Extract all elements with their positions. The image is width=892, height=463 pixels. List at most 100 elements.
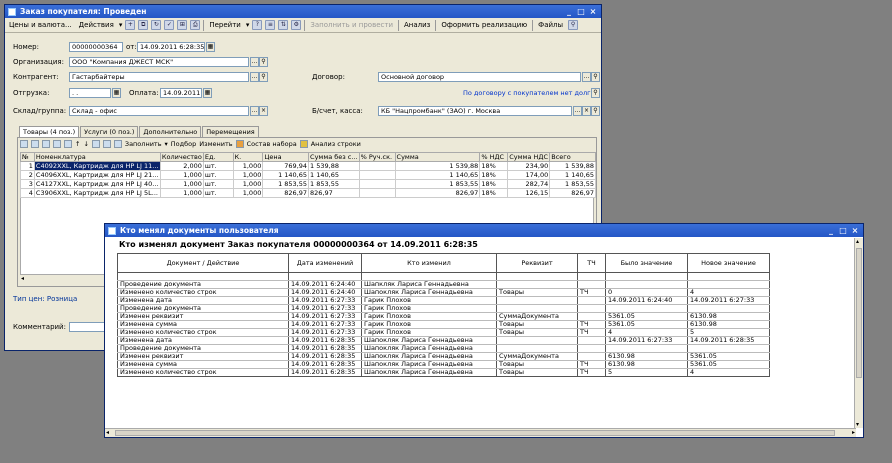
cell[interactable]: шт. [202,170,234,180]
attach-icon[interactable]: ⚲ [568,20,579,30]
cell[interactable]: 2,000 [159,161,204,171]
cell[interactable]: 1 853,55 [308,179,360,189]
move-up-icon[interactable]: ↑ [75,140,80,148]
col-unit[interactable]: Ед. [202,152,234,162]
select-button[interactable]: Подбор [171,140,196,148]
number-field[interactable]: 00000000364 [69,42,123,52]
cell[interactable]: 1 140,65 [308,170,360,180]
calendar-icon[interactable]: ▦ [112,88,121,98]
debt-search-icon[interactable]: ⚲ [591,88,600,98]
calendar-icon[interactable]: ▦ [203,88,212,98]
payment-date-field[interactable]: 14.09.2011 [160,88,202,98]
print-icon[interactable]: ⎙ [190,20,201,30]
cell[interactable]: C4096XXL, Картридж для HP LJ 21... [33,170,161,180]
cell[interactable]: 18% [479,188,509,198]
cell[interactable]: 826,97 [262,188,310,198]
table-row[interactable]: 1 C4092XXL, Картридж для HP LJ 11... 2,0… [20,161,596,171]
col-nomenclature[interactable]: Номенклатура [33,152,161,162]
debt-status-link[interactable]: По договору с покупателем нет долга [463,89,595,97]
shipment-date-field[interactable]: . . [69,88,111,98]
col-sum-without-discount[interactable]: Сумма без с... [308,152,360,162]
cell[interactable] [358,161,396,171]
col-sum[interactable]: Сумма [394,152,481,162]
bank-account-field[interactable]: КБ "Нацпромбанк" (ЗАО) г. Москва [378,106,572,116]
prices-currency-button[interactable]: Цены и валюта... [7,21,74,29]
select-warehouse-icon[interactable]: … [250,106,259,116]
cell[interactable]: 1,000 [232,179,264,189]
list-icon[interactable]: ≡ [265,20,276,30]
comment-field[interactable] [69,322,109,332]
cell[interactable]: 826,97 [394,188,481,198]
price-type-label[interactable]: Тип цен: Розница [13,295,77,303]
cell[interactable]: C3906XXL, Картридж для HP LJ 5L... [33,188,161,198]
contract-field[interactable]: Основной договор [378,72,581,82]
cell[interactable]: 1 140,65 [549,170,596,180]
col-manual-discount[interactable]: % Руч.ск. [358,152,396,162]
cell[interactable]: 1,000 [232,161,264,171]
sort-desc-icon[interactable] [102,140,111,148]
cell[interactable]: 1 539,88 [308,161,360,171]
change-button[interactable]: Изменить [199,140,232,148]
cell[interactable]: 1 539,88 [394,161,481,171]
cell[interactable] [358,170,396,180]
select-bank-icon[interactable]: … [573,106,582,116]
col-price[interactable]: Цена [262,152,310,162]
tab-services[interactable]: Услуги (0 поз.) [80,126,139,137]
edit-row-icon[interactable] [42,140,50,148]
cell[interactable]: 18% [479,179,509,189]
cell[interactable]: шт. [202,161,234,171]
sort-icon[interactable]: ⇅ [278,20,289,30]
sort-asc-icon[interactable] [91,140,100,148]
move-down-icon[interactable]: ↓ [83,140,88,148]
close-button[interactable]: × [850,226,860,236]
maximize-button[interactable]: □ [838,226,848,236]
cell[interactable]: 234,90 [507,161,551,171]
change-log-titlebar[interactable]: Кто менял документы пользователя _ □ × [105,224,863,237]
fill-button[interactable]: Заполнить [125,140,162,148]
cell[interactable]: 126,15 [507,188,551,198]
close-button[interactable]: × [588,7,598,17]
cell[interactable] [358,179,396,189]
add-row-icon[interactable] [20,140,28,148]
analysis-button[interactable]: Анализ [402,21,432,29]
cell[interactable]: C4092XXL, Картридж для HP LJ 11... [33,161,161,171]
post-document-icon[interactable]: ✓ [164,20,175,30]
goto-menu[interactable]: Перейти [207,21,243,29]
end-edit-icon[interactable] [64,140,72,148]
cell[interactable]: шт. [202,179,234,189]
vertical-scroll-thumb[interactable] [856,248,862,378]
cell[interactable]: 1,000 [159,170,204,180]
scroll-down-icon[interactable]: ▾ [856,421,859,428]
add-row-icon[interactable]: + [125,20,136,30]
calendar-icon[interactable]: ▦ [206,42,215,52]
report-vertical-scrollbar[interactable]: ▴ ▾ [854,238,863,428]
cell[interactable]: 1 539,88 [549,161,596,171]
minimize-button[interactable]: _ [826,226,836,236]
cell[interactable]: 282,74 [507,179,551,189]
scroll-left-icon[interactable]: ◂ [21,275,24,282]
cell[interactable]: 1,000 [159,179,204,189]
tab-transfers[interactable]: Перемещения [202,126,259,137]
col-vat-sum[interactable]: Сумма НДС [507,152,551,162]
cell[interactable]: 1 140,65 [394,170,481,180]
col-number[interactable]: № [20,152,35,162]
order-titlebar[interactable]: Заказ покупателя: Проведен _ □ × [5,5,601,18]
copy-icon[interactable]: ⧉ [138,20,149,30]
cell[interactable]: 1,000 [159,188,204,198]
date-field[interactable]: 14.09.2011 6:28:35 [137,42,205,52]
cell[interactable]: 18% [479,170,509,180]
copy-row-icon[interactable] [31,140,39,148]
make-sale-button[interactable]: Оформить реализацию [439,21,529,29]
tab-goods[interactable]: Товары (4 поз.) [19,126,80,137]
actions-menu[interactable]: Действия [77,21,116,29]
table-row[interactable]: 4 C3906XXL, Картридж для HP LJ 5L... 1,0… [20,188,596,198]
cell[interactable]: 1,000 [232,188,264,198]
cell[interactable]: шт. [202,188,234,198]
col-total[interactable]: Всего [549,152,596,162]
col-vat-rate[interactable]: % НДС [479,152,509,162]
scroll-up-icon[interactable]: ▴ [856,238,859,245]
cell[interactable]: 1,000 [232,170,264,180]
col-quantity[interactable]: Количество [159,152,204,162]
warehouse-field[interactable]: Склад - офис [69,106,249,116]
cell[interactable] [358,188,396,198]
